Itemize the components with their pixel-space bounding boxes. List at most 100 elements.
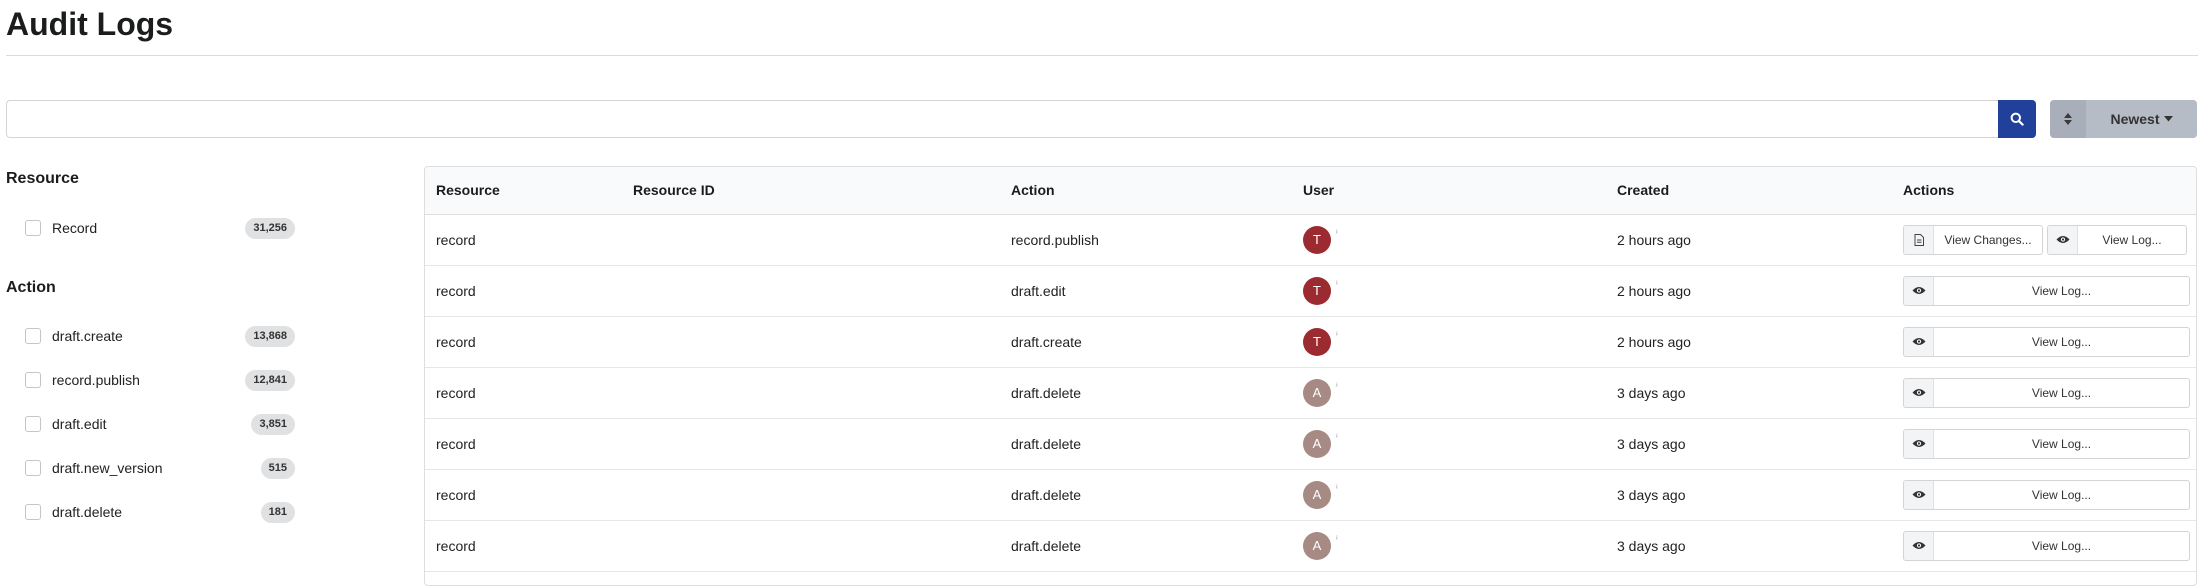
facet-checkbox[interactable] (25, 460, 41, 476)
facet-label: draft.edit (52, 416, 107, 432)
cell-actions: View Log... (1892, 316, 2196, 368)
table-header-row: Resource Resource ID Action User Created… (425, 167, 2196, 215)
cell-actions: View Log... (1892, 469, 2196, 521)
view-changes-button[interactable]: View Changes... (1903, 224, 2043, 255)
table-row: record draft.delete A ⁱ 3 days ago View … (425, 469, 2196, 521)
info-icon[interactable]: ⁱ (1336, 535, 1338, 546)
facet-heading-action: Action (6, 279, 56, 296)
sort-control: Newest (2050, 100, 2197, 138)
info-icon[interactable]: ⁱ (1336, 382, 1338, 393)
facet-label: draft.create (52, 328, 123, 344)
facet-count-badge: 3,851 (251, 413, 295, 435)
facet-item-record[interactable]: Record 31,256 (25, 216, 295, 240)
view-log-button[interactable]: View Log... (2047, 224, 2187, 255)
view-log-button[interactable]: View Log... (1903, 530, 2190, 561)
title-divider (6, 55, 2198, 56)
user-avatar[interactable]: T (1303, 327, 1331, 356)
table-row: record draft.delete A ⁱ 3 days ago View … (425, 367, 2196, 419)
sort-order-toggle[interactable] (2050, 100, 2086, 138)
cell-actions: View Changes... View Log... (1892, 214, 2196, 266)
cell-actions: View Log... (1892, 367, 2196, 419)
view-log-button[interactable]: View Log... (1903, 377, 2190, 408)
info-icon[interactable]: ⁱ (1336, 484, 1338, 495)
table-row: record record.publish T ⁱ 2 hours ago Vi… (425, 214, 2196, 266)
column-header-action: Action (1000, 167, 1292, 215)
user-avatar[interactable]: A (1303, 378, 1331, 407)
eye-icon (1912, 542, 1925, 549)
sort-icon (2064, 113, 2072, 125)
cell-resource: record (425, 418, 622, 470)
info-icon[interactable]: ⁱ (1336, 229, 1338, 240)
view-log-button[interactable]: View Log... (1903, 275, 2190, 306)
cell-resource-id (622, 214, 1000, 266)
facet-checkbox[interactable] (25, 416, 41, 432)
cell-action: record.publish (1000, 214, 1292, 266)
cell-resource: record (425, 469, 622, 521)
facet-heading-resource: Resource (6, 170, 79, 187)
cell-resource-id (622, 367, 1000, 419)
cell-action: draft.delete (1000, 418, 1292, 470)
sort-dropdown[interactable]: Newest (2086, 100, 2197, 138)
user-avatar[interactable]: A (1303, 429, 1331, 458)
cell-resource: record (425, 214, 622, 266)
cell-created: 3 days ago (1606, 418, 1892, 470)
view-log-label: View Log... (2031, 283, 2092, 298)
facet-checkbox[interactable] (25, 372, 41, 388)
cell-action: draft.delete (1000, 469, 1292, 521)
view-log-button[interactable]: View Log... (1903, 479, 2190, 510)
facet-checkbox[interactable] (25, 220, 41, 236)
page-title: Audit Logs (6, 6, 174, 42)
eye-icon (2056, 236, 2069, 243)
view-log-button[interactable]: View Log... (1903, 326, 2190, 357)
cell-user: A ⁱ (1292, 520, 1606, 572)
eye-icon (1912, 338, 1925, 345)
cell-user: A ⁱ (1292, 469, 1606, 521)
facet-label: draft.new_version (52, 460, 163, 476)
file-icon (1914, 233, 1924, 246)
facet-label: Record (52, 220, 98, 236)
cell-resource-id (622, 265, 1000, 317)
cell-created: 2 hours ago (1606, 316, 1892, 368)
facet-checkbox[interactable] (25, 504, 41, 520)
facet-item-draft-create[interactable]: draft.create 13,868 (25, 324, 295, 348)
search-bar (6, 100, 2036, 138)
cell-created: 2 hours ago (1606, 214, 1892, 266)
facet-item-draft-new-version[interactable]: draft.new_version 515 (25, 456, 295, 480)
user-avatar[interactable]: A (1303, 480, 1331, 509)
cell-actions: View Log... (1892, 265, 2196, 317)
user-avatar[interactable]: A (1303, 531, 1331, 560)
column-header-resource-id: Resource ID (622, 167, 1000, 215)
table-row: record draft.edit T ⁱ 2 hours ago View L… (425, 265, 2196, 317)
table-row: record draft.delete A ⁱ 3 days ago View … (425, 520, 2196, 572)
view-log-label: View Log... (2031, 436, 2092, 451)
view-log-button[interactable]: View Log... (1903, 428, 2190, 459)
search-button[interactable] (1998, 100, 2036, 138)
cell-user: A ⁱ (1292, 367, 1606, 419)
column-header-resource: Resource (425, 167, 622, 215)
facet-item-record-publish[interactable]: record.publish 12,841 (25, 368, 295, 392)
facet-item-draft-edit[interactable]: draft.edit 3,851 (25, 412, 295, 436)
facet-checkbox[interactable] (25, 328, 41, 344)
info-icon[interactable]: ⁱ (1336, 433, 1338, 444)
cell-resource: record (425, 520, 622, 572)
cell-user: T ⁱ (1292, 214, 1606, 266)
info-icon[interactable]: ⁱ (1336, 280, 1338, 291)
view-log-label: View Log... (2031, 487, 2092, 502)
caret-down-icon (2163, 116, 2173, 122)
search-input[interactable] (6, 100, 1998, 138)
cell-resource: record (425, 265, 622, 317)
cell-resource: record (425, 367, 622, 419)
user-avatar[interactable]: T (1303, 225, 1331, 254)
eye-icon (1912, 491, 1925, 498)
user-avatar[interactable]: T (1303, 276, 1331, 305)
facet-count-badge: 31,256 (245, 217, 295, 239)
facet-item-draft-delete[interactable]: draft.delete 181 (25, 500, 295, 524)
eye-icon (1912, 389, 1925, 396)
view-log-label: View Log... (2031, 334, 2092, 349)
sort-selected-label: Newest (2110, 111, 2160, 127)
cell-user: T ⁱ (1292, 265, 1606, 317)
table-row: record draft.delete A ⁱ 3 days ago View … (425, 418, 2196, 470)
info-icon[interactable]: ⁱ (1336, 331, 1338, 342)
audit-log-table: Resource Resource ID Action User Created… (424, 166, 2197, 586)
cell-action: draft.delete (1000, 367, 1292, 419)
